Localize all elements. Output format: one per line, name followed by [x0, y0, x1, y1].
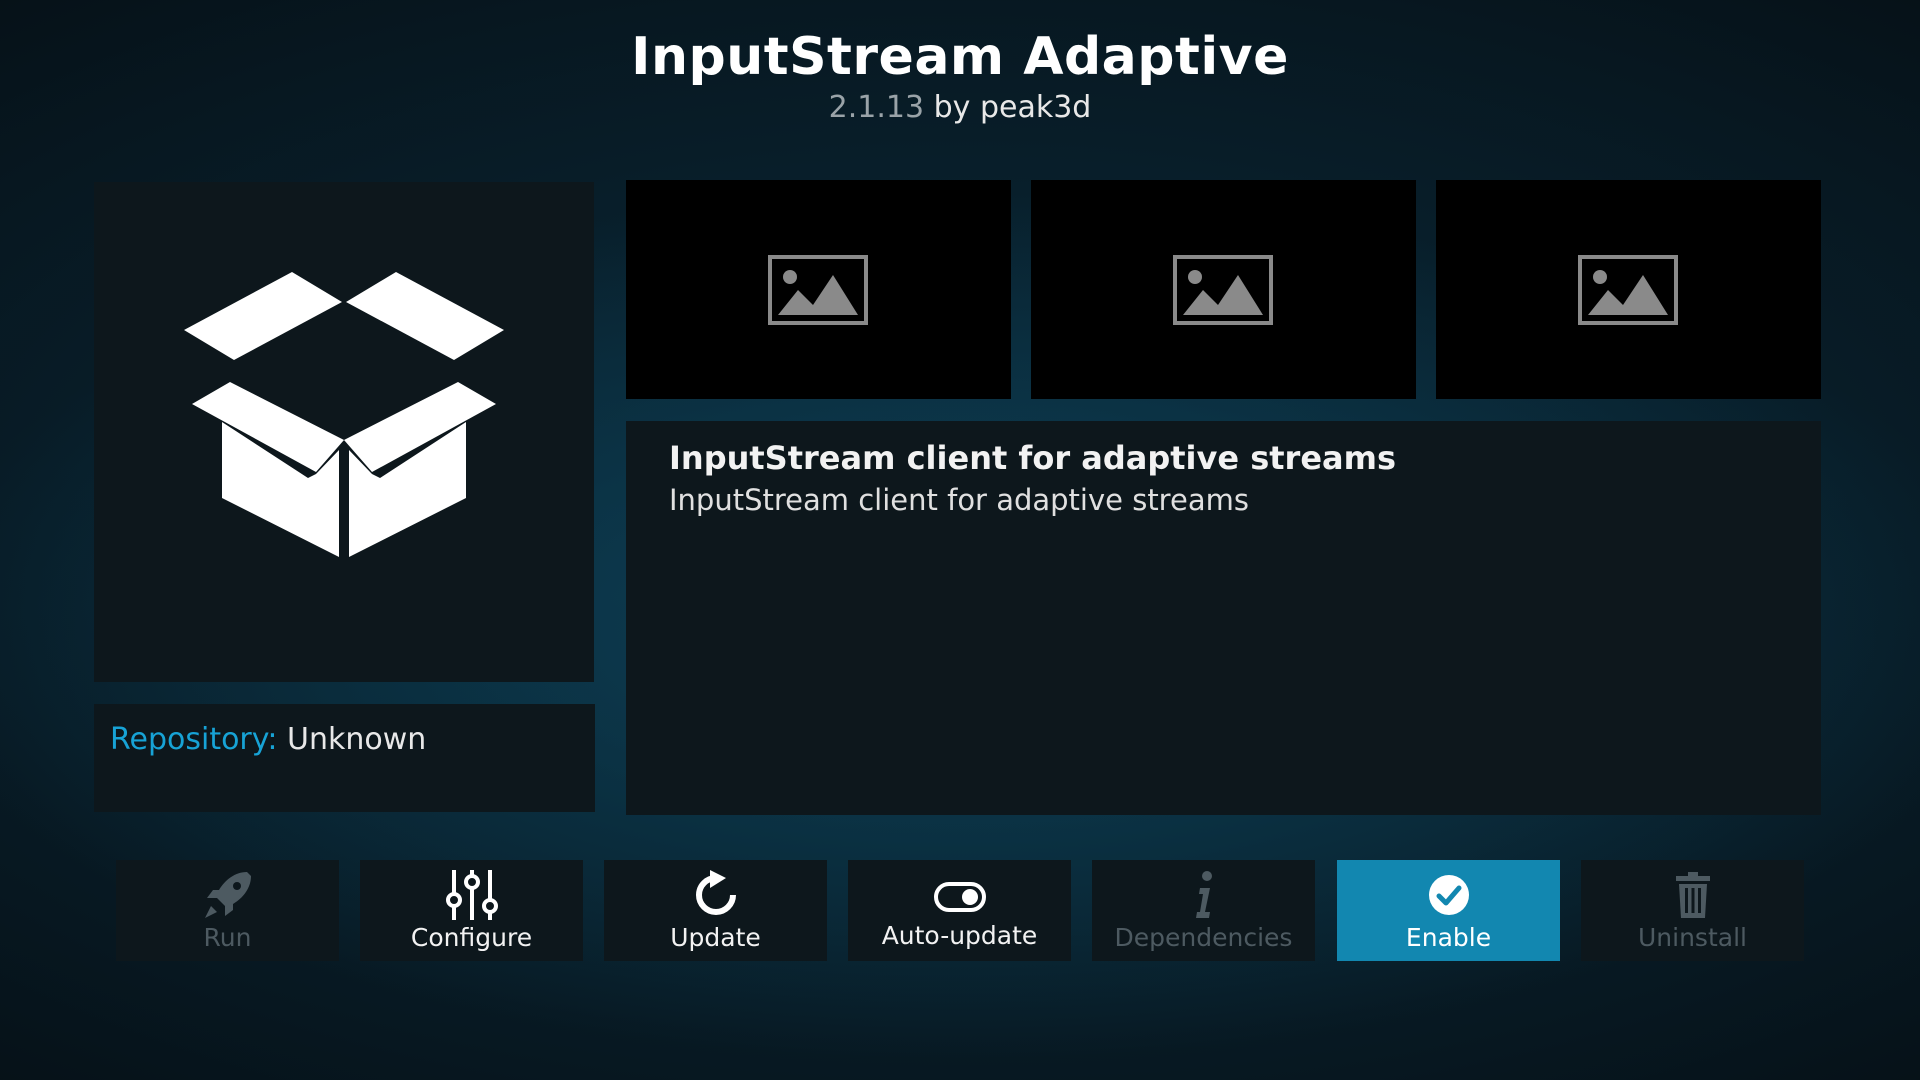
description-panel: InputStream client for adaptive streams … [626, 421, 1821, 815]
screenshot-thumbnail-3[interactable] [1436, 180, 1821, 399]
description-body: InputStream client for adaptive streams [669, 483, 1249, 517]
refresh-icon [695, 870, 736, 915]
uninstall-button[interactable]: Uninstall [1581, 860, 1804, 961]
trash-icon [1675, 872, 1710, 918]
configure-button-label: Configure [410, 923, 533, 952]
screenshot-thumbnail-1[interactable] [626, 180, 1011, 399]
addon-icon-panel [94, 182, 594, 682]
info-icon [1195, 871, 1212, 918]
uninstall-button-label: Uninstall [1638, 923, 1747, 952]
image-placeholder-icon [1173, 255, 1273, 325]
image-placeholder-icon [768, 255, 868, 325]
screenshot-thumbnail-2[interactable] [1031, 180, 1416, 399]
repository-value: Unknown [287, 722, 427, 757]
enable-button-label: Enable [1405, 923, 1492, 952]
addon-author: by peak3d [933, 90, 1092, 125]
configure-button[interactable]: Configure [360, 860, 583, 961]
update-button[interactable]: Update [604, 860, 827, 961]
repository-info: Repository: Unknown [110, 718, 426, 762]
update-button-label: Update [670, 923, 761, 952]
dependencies-button-label: Dependencies [1114, 923, 1293, 952]
description-title: InputStream client for adaptive streams [669, 439, 1397, 477]
addon-version: 2.1.13 [828, 90, 925, 125]
checkmark-circle-icon [1428, 875, 1469, 915]
open-box-icon [184, 272, 504, 557]
addon-subtitle: 2.1.13 by peak3d [0, 88, 1920, 128]
enable-button[interactable]: Enable [1337, 860, 1560, 961]
repository-label: Repository: [110, 722, 278, 757]
image-placeholder-icon [1578, 255, 1678, 325]
sliders-icon [445, 870, 498, 920]
rocket-icon [204, 872, 251, 918]
auto-update-button-label: Auto-update [881, 921, 1038, 950]
toggle-icon [933, 882, 986, 912]
dependencies-button[interactable]: Dependencies [1092, 860, 1315, 961]
run-button[interactable]: Run [116, 860, 339, 961]
repository-panel: Repository: Unknown [94, 704, 595, 812]
auto-update-button[interactable]: Auto-update [848, 860, 1071, 961]
addon-header: InputStream Adaptive 2.1.13 by peak3d [0, 22, 1920, 128]
addon-title: InputStream Adaptive [631, 27, 1289, 87]
run-button-label: Run [203, 923, 252, 952]
